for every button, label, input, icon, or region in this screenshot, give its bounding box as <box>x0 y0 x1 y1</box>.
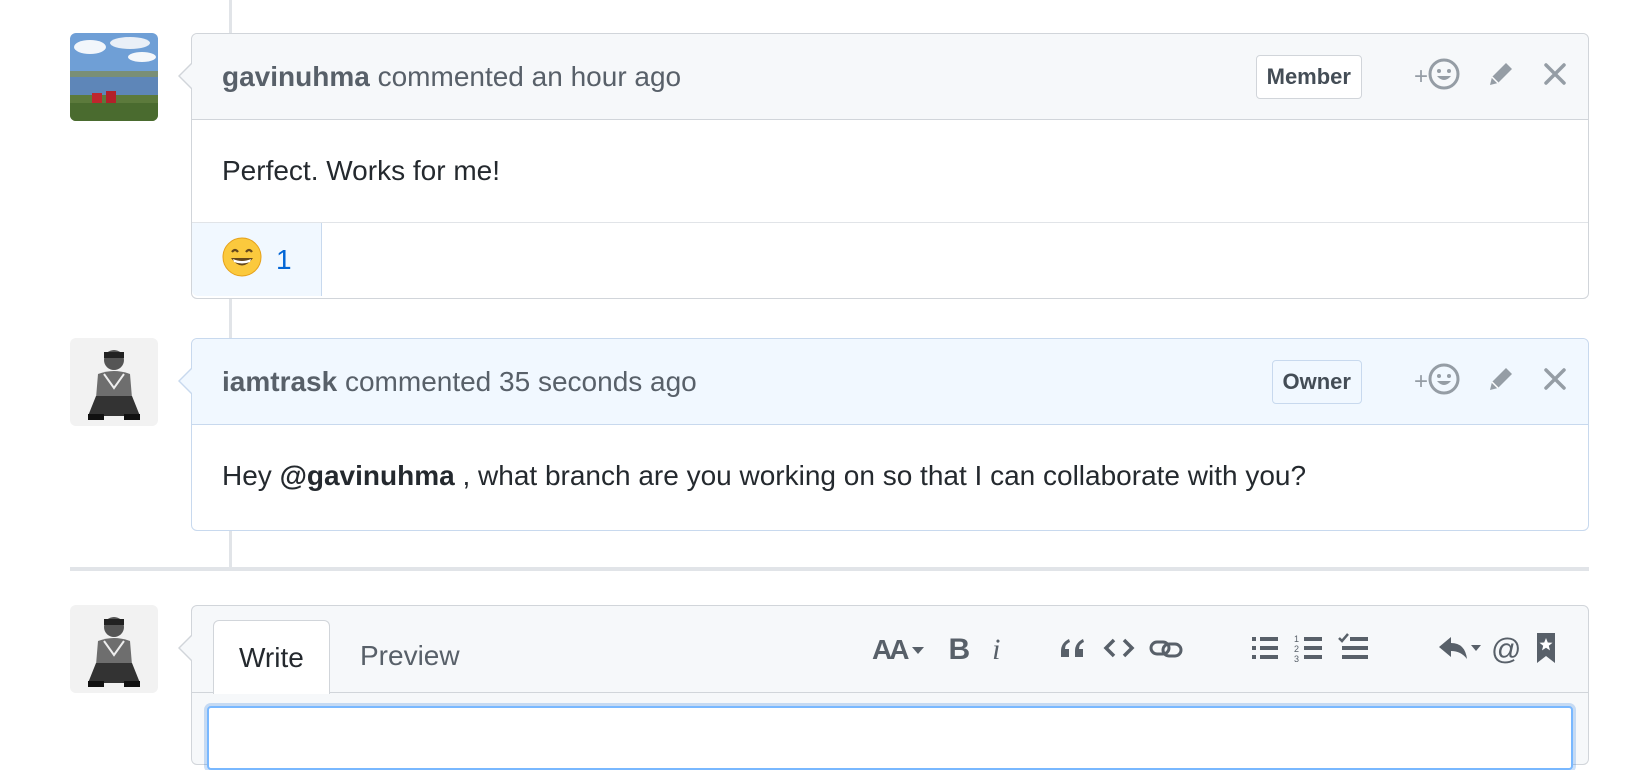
bulleted-list-button[interactable] <box>1250 633 1280 668</box>
reactions-bar: 1 <box>192 222 1588 296</box>
comment-header: gavinuhma commented an hour ago Member + <box>192 34 1588 120</box>
timeline-separator <box>70 567 1589 571</box>
code-button[interactable] <box>1103 633 1135 668</box>
comment-caret <box>178 634 193 662</box>
svg-text:3: 3 <box>1294 654 1299 663</box>
saved-replies-button[interactable] <box>1437 633 1483 668</box>
comment-timestamp[interactable]: an hour ago <box>532 61 681 92</box>
numbered-list-button[interactable]: 123 <box>1294 633 1324 668</box>
timeline-line <box>229 298 232 338</box>
member-badge: Member <box>1255 54 1362 99</box>
new-comment-form: Write Preview AA B i 1 2 3 @ <box>178 605 1589 770</box>
toolbar-group-lists: 123 <box>1250 630 1370 670</box>
timeline-line <box>229 0 232 34</box>
avatar-current-user[interactable] <box>70 605 158 693</box>
avatar-gavinuhma[interactable] <box>70 33 158 121</box>
list-ordered-icon: 123 <box>1294 633 1324 668</box>
close-icon <box>1542 366 1568 397</box>
bold-button[interactable]: B <box>948 633 970 667</box>
tab-preview[interactable]: Preview <box>335 620 485 692</box>
plus-label: + <box>1413 367 1428 395</box>
delete-button[interactable] <box>1542 61 1568 92</box>
comment-text: Hey @gavinuhma , what branch are you wor… <box>222 460 1306 492</box>
comment-author[interactable]: gavinuhma <box>222 61 370 92</box>
user-mention-link[interactable]: @gavinuhma <box>280 460 455 491</box>
owner-badge: Owner <box>1271 359 1362 404</box>
bookmark-icon <box>1535 632 1557 669</box>
edit-button[interactable] <box>1486 59 1516 94</box>
reaction-count: 1 <box>276 243 292 275</box>
tasklist-icon <box>1338 632 1370 668</box>
composer-tabbar: Write Preview AA B i 1 2 3 @ <box>192 606 1588 694</box>
svg-text:1: 1 <box>1294 634 1299 644</box>
italic-button[interactable]: i <box>992 633 1000 667</box>
comment-header: iamtrask commented 35 seconds ago Owner … <box>192 339 1588 425</box>
toolbar-group-extras: @ <box>1437 630 1557 670</box>
task-list-button[interactable] <box>1338 632 1370 668</box>
comment-iamtrask: iamtrask commented 35 seconds ago Owner … <box>178 338 1589 531</box>
smiley-icon <box>1428 58 1460 95</box>
comment-header-text: gavinuhma commented an hour ago <box>222 61 1256 93</box>
quote-button[interactable] <box>1057 633 1087 668</box>
tab-write[interactable]: Write <box>213 620 330 694</box>
comment-caret <box>178 367 193 395</box>
comment-header-text: iamtrask commented 35 seconds ago <box>222 366 1272 398</box>
smile-emoji <box>222 237 262 282</box>
toolbar-group-text: AA B i <box>872 630 1000 670</box>
comment-caret <box>178 62 193 90</box>
comment-text: Perfect. Works for me! <box>222 155 500 186</box>
delete-button[interactable] <box>1542 366 1568 397</box>
mention-button[interactable]: @ <box>1491 633 1521 667</box>
reference-button[interactable] <box>1535 632 1557 669</box>
avatar-iamtrask[interactable] <box>70 338 158 426</box>
comment-author[interactable]: iamtrask <box>222 366 337 397</box>
header-button[interactable]: AA <box>872 634 926 666</box>
link-icon <box>1149 633 1183 668</box>
smiley-icon <box>1428 363 1460 400</box>
comment-action: commented <box>369 60 532 92</box>
reaction-smile-button[interactable]: 1 <box>192 223 322 296</box>
comment-action: commented <box>337 365 500 397</box>
add-reaction-button[interactable]: + <box>1414 363 1460 400</box>
pencil-icon <box>1486 364 1516 399</box>
edit-button[interactable] <box>1486 364 1516 399</box>
comment-gavinuhma: gavinuhma commented an hour ago Member +… <box>178 33 1589 299</box>
svg-text:2: 2 <box>1294 644 1299 654</box>
toolbar-group-insert <box>1057 630 1183 670</box>
quote-icon <box>1057 633 1087 668</box>
plus-label: + <box>1413 62 1428 90</box>
comment-textarea[interactable] <box>207 706 1573 770</box>
link-button[interactable] <box>1149 633 1183 668</box>
header-text-icon: AA <box>872 634 909 665</box>
comment-text-prefix: Hey <box>222 460 280 491</box>
list-unordered-icon <box>1250 633 1280 668</box>
pencil-icon <box>1486 59 1516 94</box>
reply-icon <box>1437 633 1483 668</box>
add-reaction-button[interactable]: + <box>1414 58 1460 95</box>
timeline-line <box>229 530 232 568</box>
comment-text-suffix: , what branch are you working on so that… <box>454 460 1307 491</box>
comment-timestamp[interactable]: 35 seconds ago <box>499 366 697 397</box>
comment-body: Perfect. Works for me! <box>192 120 1588 222</box>
code-icon <box>1103 633 1135 668</box>
close-icon <box>1542 61 1568 92</box>
comment-body: Hey @gavinuhma , what branch are you wor… <box>192 425 1588 527</box>
